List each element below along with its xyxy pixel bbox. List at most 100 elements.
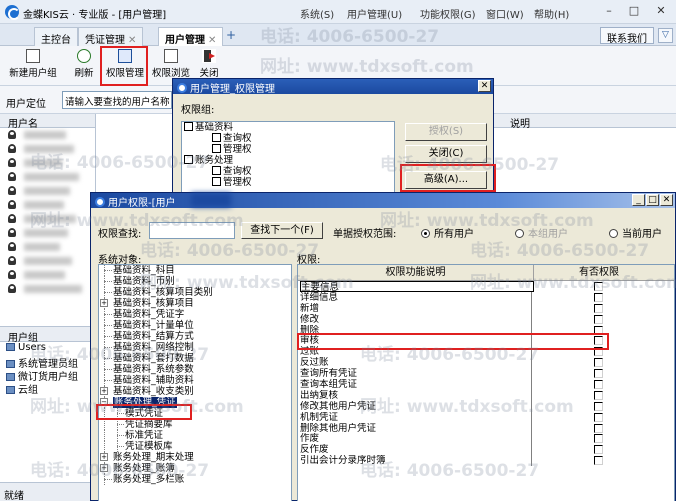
perm-group-node[interactable]: 管理权: [182, 177, 394, 188]
permission-row[interactable]: 新增: [298, 302, 674, 314]
expand-icon[interactable]: +: [100, 464, 108, 472]
permission-row[interactable]: 详细信息: [298, 291, 674, 303]
tree-node[interactable]: + 基础资料_收支类别: [99, 386, 291, 397]
menu-user-manage[interactable]: 用户管理(U): [347, 6, 402, 21]
tree-node[interactable]: 账务处理_多栏账: [99, 474, 291, 485]
close-icon[interactable]: ✕: [660, 194, 673, 206]
permission-row[interactable]: 修改其他用户凭证: [298, 400, 674, 412]
minimize-icon[interactable]: _: [632, 194, 645, 206]
tree-node[interactable]: 基础资料_核算项目类别: [99, 287, 291, 298]
tree-node[interactable]: 基础资料_结算方式: [99, 331, 291, 342]
tab-voucher-manage[interactable]: 凭证管理 ✕: [78, 27, 144, 46]
checkbox-icon[interactable]: [184, 155, 193, 164]
perm-group-node[interactable]: 查询权: [182, 166, 394, 177]
authorize-button[interactable]: 授权(S): [405, 123, 487, 141]
permission-checkbox[interactable]: [594, 303, 603, 313]
user-row[interactable]: [0, 128, 95, 142]
permission-checkbox[interactable]: [594, 434, 603, 444]
permission-row[interactable]: 主要信息: [298, 281, 674, 292]
new-group-button[interactable]: 新建用户组: [2, 48, 64, 84]
expand-icon[interactable]: +: [100, 453, 108, 461]
group-item[interactable]: 微订货用户组: [0, 368, 96, 383]
user-row[interactable]: [0, 156, 95, 170]
maximize-icon[interactable]: □: [646, 194, 659, 206]
permission-checkbox[interactable]: [594, 456, 603, 466]
user-row[interactable]: [0, 170, 95, 184]
tree-node[interactable]: 凭证模板库: [99, 441, 291, 452]
permission-checkbox[interactable]: [594, 369, 603, 379]
group-item[interactable]: 系统管理员组: [0, 355, 96, 370]
user-row[interactable]: [0, 240, 95, 254]
scope-group-users-radio[interactable]: 本组用户: [515, 225, 568, 240]
checkbox-icon[interactable]: [212, 133, 221, 142]
permission-checkbox[interactable]: [594, 412, 603, 422]
tree-node[interactable]: 基础资料_系统参数: [99, 364, 291, 375]
tree-node[interactable]: 基础资料_套打数据: [99, 353, 291, 364]
menu-function-perm[interactable]: 功能权限(G): [420, 6, 476, 21]
permission-row[interactable]: 修改: [298, 313, 674, 325]
permission-checkbox[interactable]: [594, 282, 603, 291]
dialog-close-button[interactable]: 关闭(C): [405, 145, 487, 163]
tab-close-icon[interactable]: ✕: [128, 35, 136, 46]
user-row[interactable]: [0, 142, 95, 156]
permission-row[interactable]: 作废: [298, 433, 674, 445]
close-icon[interactable]: ✕: [478, 80, 491, 92]
tree-node[interactable]: + 账务处理_账簿: [99, 463, 291, 474]
tree-node[interactable]: 凭证摘要库: [99, 419, 291, 430]
refresh-button[interactable]: 刷新: [70, 48, 98, 84]
permission-row[interactable]: 删除其他用户凭证: [298, 422, 674, 434]
user-row[interactable]: [0, 254, 95, 268]
close-button[interactable]: ✕: [652, 3, 670, 20]
checkbox-icon[interactable]: [212, 177, 221, 186]
user-row[interactable]: [0, 184, 95, 198]
permission-row[interactable]: 出纳复核: [298, 389, 674, 401]
user-row[interactable]: [0, 282, 95, 296]
tree-node[interactable]: 基础资料_凭证字: [99, 309, 291, 320]
tree-node[interactable]: 基础资料_币别: [99, 276, 291, 287]
perm-group-node[interactable]: 管理权: [182, 144, 394, 155]
locate-input[interactable]: 请输入要查找的用户名称: [62, 91, 172, 109]
tab-console[interactable]: 主控台: [34, 27, 78, 46]
permission-row[interactable]: 引出会计分录序时簿: [298, 455, 674, 467]
permission-checkbox[interactable]: [594, 358, 603, 368]
perm-group-node[interactable]: 账务处理: [182, 155, 394, 166]
permission-checkbox[interactable]: [594, 445, 603, 455]
permission-row[interactable]: 查询本组凭证: [298, 379, 674, 391]
tree-node[interactable]: 基础资料_计量单位: [99, 320, 291, 331]
group-item[interactable]: Users: [0, 342, 96, 355]
permission-checkbox[interactable]: [594, 314, 603, 324]
checkbox-icon[interactable]: [184, 122, 193, 131]
user-row[interactable]: [0, 226, 95, 240]
tree-node[interactable]: 标准凭证: [99, 430, 291, 441]
menu-help[interactable]: 帮助(H): [534, 6, 569, 21]
group-item[interactable]: 云组: [0, 381, 96, 396]
checkbox-icon[interactable]: [212, 144, 221, 153]
restore-button[interactable]: □: [625, 3, 643, 20]
find-next-button[interactable]: 查找下一个(F): [241, 222, 323, 239]
minimize-button[interactable]: –: [600, 3, 618, 20]
user-row[interactable]: [0, 212, 95, 226]
tree-node[interactable]: + 基础资料_核算项目: [99, 298, 291, 309]
scope-current-user-radio[interactable]: 当前用户: [609, 225, 662, 240]
collapse-icon[interactable]: ▽: [658, 28, 673, 43]
user-row[interactable]: [0, 268, 95, 282]
tab-close-icon[interactable]: ✕: [208, 35, 216, 46]
permission-row[interactable]: 查询所有凭证: [298, 368, 674, 380]
permission-checkbox[interactable]: [594, 401, 603, 411]
expand-icon[interactable]: +: [100, 387, 108, 395]
expand-icon[interactable]: +: [100, 299, 108, 307]
menu-system[interactable]: 系统(S): [300, 6, 334, 21]
contact-us-button[interactable]: 联系我们: [600, 27, 654, 45]
permission-checkbox[interactable]: [594, 380, 603, 390]
tab-user-manage[interactable]: 用户管理 ✕: [158, 27, 224, 46]
permission-checkbox[interactable]: [594, 292, 603, 302]
checkbox-icon[interactable]: [212, 166, 221, 175]
permission-checkbox[interactable]: [594, 390, 603, 400]
perm-group-node[interactable]: 基础资料: [182, 122, 394, 133]
user-row[interactable]: [0, 198, 95, 212]
perm-group-node[interactable]: 查询权: [182, 133, 394, 144]
menu-window[interactable]: 窗口(W): [486, 6, 524, 21]
scope-all-users-radio[interactable]: 所有用户: [421, 225, 474, 240]
permission-checkbox[interactable]: [594, 423, 603, 433]
perm-search-input[interactable]: [149, 222, 235, 239]
